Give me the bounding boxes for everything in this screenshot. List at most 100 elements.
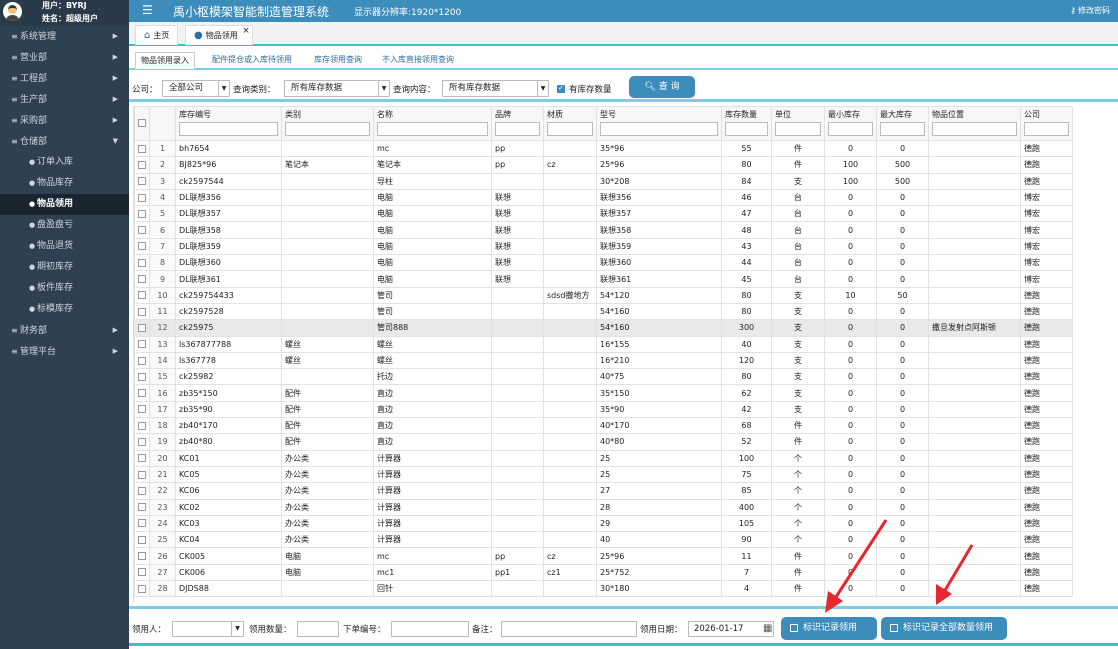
column-filter-input[interactable] bbox=[828, 122, 873, 136]
row-checkbox[interactable] bbox=[138, 258, 146, 267]
column-filter-input[interactable] bbox=[775, 122, 821, 136]
table-row[interactable]: 23 KC02 办公类 计算器 28 400 个 0 0 德跑 bbox=[134, 498, 1073, 516]
date-input[interactable]: 2026-01-17 bbox=[688, 621, 774, 637]
remark-input[interactable] bbox=[501, 621, 637, 637]
row-checkbox[interactable] bbox=[138, 437, 146, 446]
mark-all-button[interactable]: 标识记录全部数量领用 bbox=[881, 617, 1007, 640]
table-row[interactable]: 28 DJDS88 回针 30*180 4 件 0 0 德跑 bbox=[134, 580, 1073, 598]
table-row[interactable]: 14 ls367778 螺丝 螺丝 16*210 120 支 0 0 德跑 bbox=[134, 351, 1073, 370]
table-row[interactable]: 8 DL联想360 电脑 联想 联想360 44 台 0 0 博宏 bbox=[134, 254, 1073, 272]
row-checkbox[interactable] bbox=[138, 389, 146, 398]
sidebar-item-b0[interactable]: ≡ 财务部 ▶ bbox=[0, 320, 129, 341]
column-filter-input[interactable] bbox=[600, 122, 718, 136]
row-checkbox[interactable] bbox=[138, 421, 146, 430]
sidebar-subitem-1[interactable]: ● 物品库存 bbox=[0, 173, 129, 194]
order-no-input[interactable] bbox=[391, 621, 469, 637]
close-icon[interactable]: × bbox=[242, 22, 250, 41]
column-filter-input[interactable] bbox=[880, 122, 925, 136]
table-row[interactable]: 5 DL联想357 电脑 联想 联想357 47 台 0 0 博宏 bbox=[134, 205, 1073, 223]
table-row[interactable]: 13 ls367877788 螺丝 螺丝 16*155 40 支 0 0 德跑 bbox=[134, 335, 1073, 353]
row-checkbox[interactable] bbox=[138, 372, 146, 381]
sidebar-subitem-0[interactable]: ● 订单入库 bbox=[0, 152, 129, 173]
table-row[interactable]: 7 DL联想359 电脑 联想 联想359 43 台 0 0 博宏 bbox=[134, 237, 1073, 256]
query-type-select[interactable]: 所有库存数据 ▼ bbox=[284, 80, 390, 97]
row-checkbox[interactable] bbox=[138, 535, 146, 544]
row-checkbox[interactable] bbox=[138, 356, 146, 365]
menu-toggle-icon[interactable]: ☰ bbox=[142, 3, 153, 17]
table-row[interactable]: 22 KC06 办公类 计算器 27 85 个 0 0 德跑 bbox=[134, 482, 1073, 500]
sidebar-item-b1[interactable]: ≡ 管理平台 ▶ bbox=[0, 341, 129, 362]
table-row[interactable]: 10 ck259754433 管司 sdsd撒地方 54*120 80 支 10 50 德跑 bbox=[134, 286, 1073, 304]
row-checkbox[interactable] bbox=[138, 486, 146, 495]
table-row[interactable]: 21 KC05 办公类 计算器 25 75 个 0 0 德跑 bbox=[134, 465, 1073, 484]
query-content-select[interactable]: 所有库存数据 ▼ bbox=[442, 80, 549, 97]
row-checkbox[interactable] bbox=[138, 160, 146, 169]
sidebar-item-a4[interactable]: ≡ 采购部 ▶ bbox=[0, 110, 129, 131]
row-checkbox[interactable] bbox=[138, 275, 146, 284]
has-stock-checkbox[interactable] bbox=[557, 84, 565, 93]
requester-select[interactable]: ▼ bbox=[172, 621, 244, 637]
column-filter-input[interactable] bbox=[725, 122, 768, 136]
qty-input[interactable] bbox=[297, 621, 339, 637]
sidebar-item-a1[interactable]: ≡ 营业部 ▶ bbox=[0, 47, 129, 68]
row-checkbox[interactable] bbox=[138, 209, 146, 218]
sidebar-subitem-6[interactable]: ● 板件库存 bbox=[0, 278, 129, 299]
sidebar-item-a2[interactable]: ≡ 工程部 ▶ bbox=[0, 68, 129, 89]
table-row[interactable]: 4 DL联想356 电脑 联想 联想356 46 台 0 0 博宏 bbox=[134, 188, 1073, 207]
row-checkbox[interactable] bbox=[138, 584, 146, 593]
column-filter-input[interactable] bbox=[1024, 122, 1069, 136]
row-checkbox[interactable] bbox=[138, 568, 146, 577]
column-filter-input[interactable] bbox=[932, 122, 1017, 136]
row-checkbox[interactable] bbox=[138, 291, 146, 300]
select-all-checkbox[interactable] bbox=[138, 119, 146, 127]
row-checkbox[interactable] bbox=[138, 454, 146, 463]
mark-record-button[interactable]: 标识记录领用 bbox=[781, 617, 877, 640]
table-row[interactable]: 15 ck25982 托边 40*75 80 支 0 0 德跑 bbox=[134, 368, 1073, 386]
subtab-entry[interactable]: 物品领用录入 bbox=[135, 52, 195, 69]
table-row[interactable]: 6 DL联想358 电脑 联想 联想358 48 台 0 0 博宏 bbox=[134, 221, 1073, 239]
row-checkbox[interactable] bbox=[138, 226, 146, 235]
row-checkbox[interactable] bbox=[138, 503, 146, 512]
sidebar-subitem-7[interactable]: ● 标模库存 bbox=[0, 299, 129, 320]
row-checkbox[interactable] bbox=[138, 307, 146, 316]
tab-items[interactable]: ● 物品领用 × bbox=[185, 25, 253, 45]
table-row[interactable]: 24 KC03 办公类 计算器 29 105 个 0 0 德跑 bbox=[134, 514, 1073, 533]
table-row[interactable]: 19 zb40*80 配件 直边 40*80 52 件 0 0 德跑 bbox=[134, 433, 1073, 451]
sidebar-subitem-4[interactable]: ● 物品退货 bbox=[0, 236, 129, 257]
tab-home[interactable]: ⌂ 主页 bbox=[135, 25, 179, 45]
row-checkbox[interactable] bbox=[138, 177, 146, 186]
table-row[interactable]: 20 KC01 办公类 计算器 25 100 个 0 0 德跑 bbox=[134, 449, 1073, 467]
column-filter-input[interactable] bbox=[285, 122, 370, 136]
table-row[interactable]: 9 DL联想361 电脑 联想 联想361 45 台 0 0 博宏 bbox=[134, 270, 1073, 288]
table-row[interactable]: 3 ck2597544 导柱 30*208 84 支 100 500 德跑 bbox=[134, 172, 1073, 190]
column-filter-input[interactable] bbox=[547, 122, 593, 136]
table-row[interactable]: 27 CK006 电脑 mc1 pp1 cz1 25*752 7 件 0 0 德跑 bbox=[134, 563, 1073, 582]
query-button[interactable]: 🔍︎ 查 询 bbox=[629, 76, 695, 98]
table-row[interactable]: 11 ck2597528 管司 54*160 80 支 0 0 德跑 bbox=[134, 302, 1073, 321]
column-filter-input[interactable] bbox=[179, 122, 278, 136]
table-row[interactable]: 2 BJ825*96 笔记本 笔记本 pp cz 25*96 80 件 100 500 德跑 bbox=[134, 156, 1073, 174]
column-filter-input[interactable] bbox=[495, 122, 540, 136]
subtab-direct-query[interactable]: 不入库直接领用查询 bbox=[377, 52, 459, 69]
sidebar-subitem-2[interactable]: ● 物品领用 bbox=[0, 194, 129, 215]
sidebar-item-a5[interactable]: ≡ 仓储部 ▼ bbox=[0, 131, 129, 152]
row-checkbox[interactable] bbox=[138, 144, 146, 153]
table-scroll-area[interactable] bbox=[1073, 106, 1118, 603]
company-select[interactable]: 全部公司 ▼ bbox=[162, 80, 230, 97]
change-password-link[interactable]: ⚷ 修改密码 bbox=[1070, 5, 1110, 16]
table-row[interactable]: 12 ck25975 管司888 54*160 300 支 0 0 撒旦发射点阿斯顿 德跑 bbox=[134, 319, 1073, 337]
table-row[interactable]: 18 zb40*170 配件 直边 40*170 68 件 0 0 德跑 bbox=[134, 417, 1073, 435]
table-row[interactable]: 16 zb35*150 配件 直边 35*150 62 支 0 0 德跑 bbox=[134, 384, 1073, 402]
row-checkbox[interactable] bbox=[138, 405, 146, 414]
row-checkbox[interactable] bbox=[138, 340, 146, 349]
row-checkbox[interactable] bbox=[138, 323, 146, 332]
calendar-icon[interactable]: ▦ bbox=[763, 623, 772, 634]
subtab-query[interactable]: 库存领用查询 bbox=[309, 52, 367, 69]
table-row[interactable]: 1 bh7654 mc pp 35*96 55 件 0 0 德跑 bbox=[134, 139, 1073, 158]
sidebar-item-a0[interactable]: ≡ 系统管理 ▶ bbox=[0, 26, 129, 47]
column-filter-input[interactable] bbox=[377, 122, 488, 136]
sidebar-subitem-3[interactable]: ● 盘盈盘亏 bbox=[0, 215, 129, 236]
row-checkbox[interactable] bbox=[138, 242, 146, 251]
table-row[interactable]: 26 CK005 电脑 mc pp cz 25*96 11 件 0 0 德跑 bbox=[134, 547, 1073, 565]
table-row[interactable]: 25 KC04 办公类 计算器 40 90 个 0 0 德跑 bbox=[134, 531, 1073, 549]
